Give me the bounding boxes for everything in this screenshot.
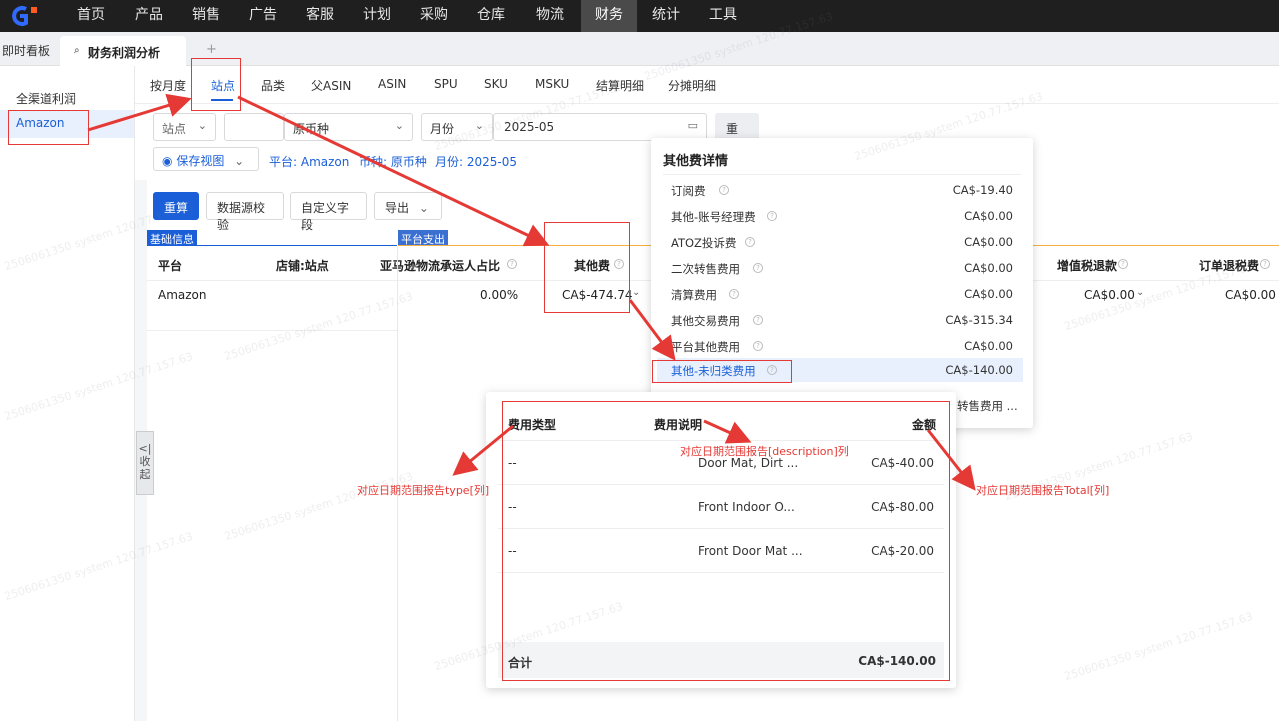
arrow-otherfee-to-popover xyxy=(628,299,676,361)
arrow-sidebar-to-tab xyxy=(87,93,192,132)
arrow-description xyxy=(703,419,752,444)
arrow-type xyxy=(452,424,514,476)
arrow-total xyxy=(926,429,976,491)
